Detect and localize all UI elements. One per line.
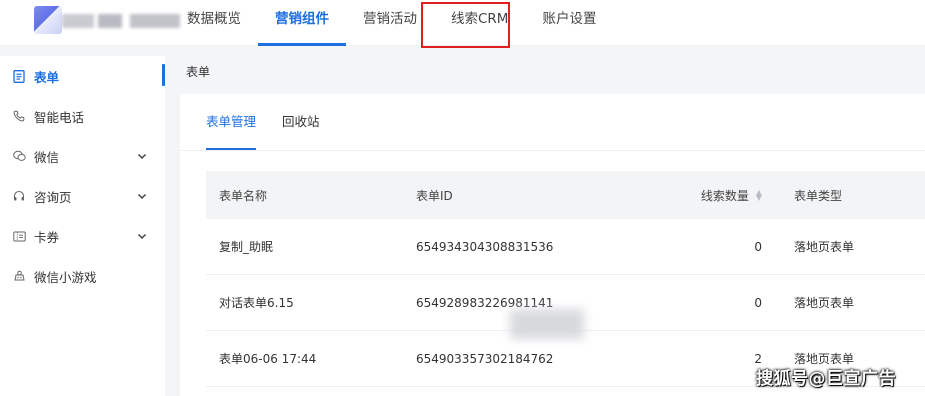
chevron-down-icon[interactable]: [137, 230, 153, 243]
annotation-highlight-box: [421, 2, 510, 48]
cell-form-type: 落地页表单: [794, 240, 855, 254]
cell-form-type: 落地页表单: [794, 296, 855, 310]
cell-form-id: 654934304308831536: [416, 239, 554, 254]
cell-form-name[interactable]: 对话表单6.15: [206, 294, 416, 311]
nav-tab-marketing-components[interactable]: 营销组件: [258, 0, 346, 46]
column-header-form-id: 表单ID: [416, 188, 453, 203]
sort-icon[interactable]: ▲ ▼: [756, 189, 762, 202]
watermark: 搜狐号@巨宣广告: [756, 369, 896, 389]
tab-form-management[interactable]: 表单管理: [206, 94, 257, 150]
cell-form-id: 654928983226981141: [416, 295, 554, 310]
wechat-icon: [12, 149, 26, 163]
form-icon: [12, 69, 26, 83]
main-nav: 数据概览 营销组件 营销活动 线索CRM 账户设置: [170, 0, 613, 46]
blurred-logo-text: [98, 14, 122, 28]
headset-icon: [12, 189, 26, 203]
table-header: 表单名称 表单ID 线索数量 ▲ ▼ 表单类型: [206, 171, 925, 219]
nav-tab-data-overview[interactable]: 数据概览: [170, 0, 258, 46]
divider: [180, 150, 925, 151]
sidebar-item-wechat[interactable]: 微信: [0, 136, 165, 176]
sidebar-item-label: 微信小游戏: [34, 269, 97, 285]
blurred-region: [510, 309, 584, 339]
cell-lead-count: 0: [754, 239, 762, 254]
cell-lead-count: 0: [754, 295, 762, 310]
sidebar-item-smart-phone[interactable]: 智能电话: [0, 96, 165, 136]
tab-recycle-bin[interactable]: 回收站: [282, 94, 320, 150]
sidebar-item-label: 微信: [34, 149, 60, 165]
sidebar-item-label: 智能电话: [34, 109, 85, 125]
column-header-lead-count[interactable]: 线索数量 ▲ ▼: [636, 187, 778, 204]
sidebar-item-label: 咨询页: [34, 189, 72, 205]
app-logo[interactable]: [34, 6, 180, 34]
forms-table: 表单名称 表单ID 线索数量 ▲ ▼ 表单类型 复制_助眠 65493430430…: [206, 171, 925, 387]
table-row[interactable]: 复制_助眠 654934304308831536 0 落地页表单: [206, 219, 925, 275]
cell-form-name[interactable]: 表单06-06 17:44: [206, 350, 416, 367]
column-header-form-type: 表单类型: [794, 188, 843, 203]
sidebar-item-consult-page[interactable]: 咨询页: [0, 176, 165, 216]
coupon-icon: [12, 229, 26, 243]
breadcrumb: 表单: [166, 56, 925, 94]
blurred-logo-text: [62, 14, 94, 28]
sidebar-item-label: 卡券: [34, 229, 60, 245]
form-panel: 表单管理 回收站 表单名称 表单ID 线索数量 ▲ ▼ 表单类型 复制_助眠 65…: [180, 94, 925, 396]
column-header-form-name: 表单名称: [219, 188, 268, 203]
sidebar-item-form[interactable]: 表单: [0, 56, 165, 96]
phone-icon: [12, 109, 26, 123]
column-header-label: 线索数量: [700, 188, 749, 203]
cell-form-name[interactable]: 复制_助眠: [206, 238, 416, 255]
sidebar: 表单 智能电话 微信 咨询页 卡券 微信小游戏: [0, 56, 165, 396]
logo-mark: [34, 6, 62, 34]
sidebar-item-label: 表单: [34, 69, 60, 85]
sidebar-item-wechat-minigame[interactable]: 微信小游戏: [0, 256, 165, 296]
nav-tab-account-settings[interactable]: 账户设置: [525, 0, 613, 46]
sidebar-item-coupon[interactable]: 卡券: [0, 216, 165, 256]
chevron-down-icon[interactable]: [137, 190, 153, 203]
main-content: 表单 表单管理 回收站 表单名称 表单ID 线索数量 ▲ ▼ 表单类型 复制_助眠…: [166, 56, 925, 396]
cell-form-id: 654903357302184762: [416, 351, 554, 366]
chevron-down-icon[interactable]: [137, 150, 153, 163]
game-icon: [12, 269, 26, 283]
subtabs: 表单管理 回收站: [206, 94, 346, 150]
